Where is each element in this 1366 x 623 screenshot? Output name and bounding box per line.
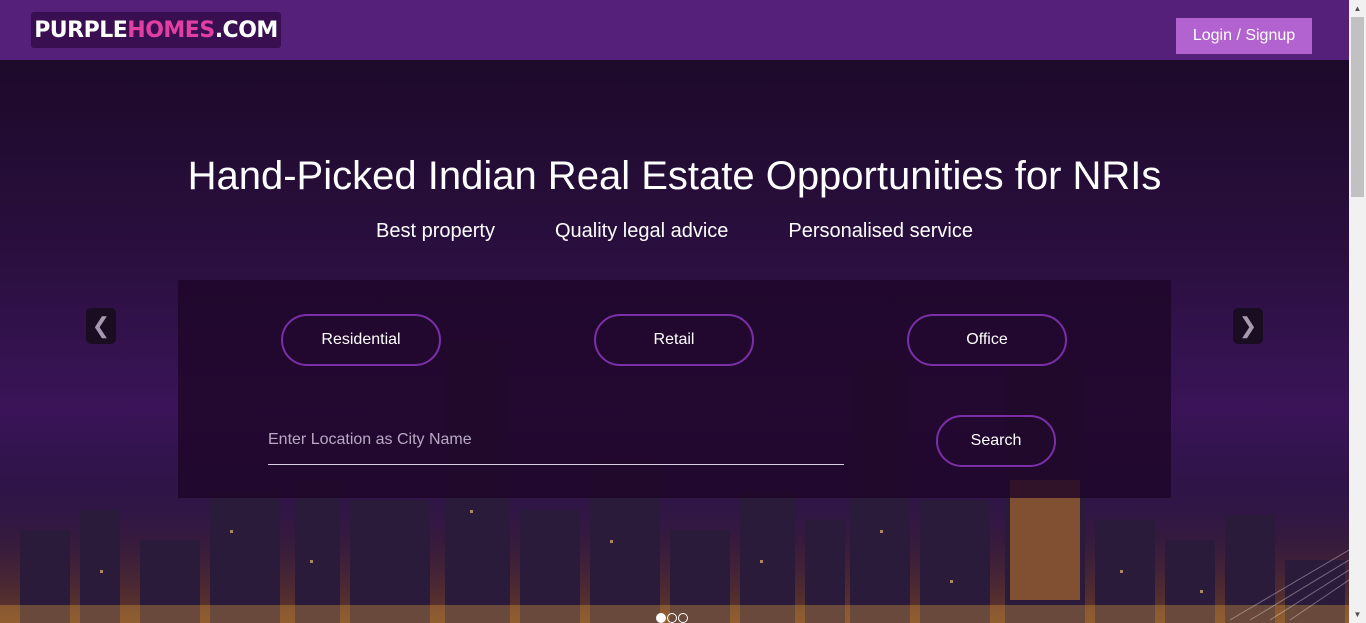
chevron-left-icon: ❮ — [91, 313, 111, 338]
login-signup-button[interactable]: Login / Signup — [1176, 18, 1312, 54]
search-button[interactable]: Search — [936, 415, 1056, 467]
category-residential-button[interactable]: Residential — [281, 314, 441, 366]
hero-banner: Hand-Picked Indian Real Estate Opportuni… — [0, 60, 1349, 623]
feature-best-property: Best property — [376, 220, 495, 242]
logo-text-purple: PURPLE — [34, 17, 128, 43]
category-office-button[interactable]: Office — [907, 314, 1067, 366]
carousel-next-button[interactable]: ❯ — [1233, 308, 1263, 344]
feature-list: Best property Quality legal advice Perso… — [0, 220, 1349, 243]
carousel-dot-3[interactable] — [678, 613, 688, 623]
hero-title: Hand-Picked Indian Real Estate Opportuni… — [187, 154, 1162, 198]
location-search-input[interactable] — [268, 416, 844, 465]
logo-text-homes: HOMES — [127, 17, 215, 43]
carousel-dot-2[interactable] — [667, 613, 677, 623]
page: PURPLE HOMES .COM Login / Signup Hand-Pi… — [0, 0, 1349, 623]
category-retail-button[interactable]: Retail — [594, 314, 754, 366]
logo-text-com: .COM — [214, 17, 279, 43]
carousel-indicators — [656, 613, 688, 623]
feature-legal-advice: Quality legal advice — [554, 220, 729, 242]
scroll-up-arrow-icon[interactable]: ▲ — [1349, 0, 1366, 17]
site-logo[interactable]: PURPLE HOMES .COM — [31, 12, 281, 48]
scrollbar-thumb[interactable] — [1351, 17, 1364, 197]
property-search-panel: Residential Retail Office Search — [178, 280, 1171, 498]
scroll-down-arrow-icon[interactable]: ▼ — [1349, 606, 1366, 623]
carousel-prev-button[interactable]: ❮ — [86, 308, 116, 344]
feature-personalised-service: Personalised service — [788, 220, 973, 242]
page-scrollbar[interactable]: ▲ ▼ — [1349, 0, 1366, 623]
header: PURPLE HOMES .COM Login / Signup — [0, 0, 1349, 60]
chevron-right-icon: ❯ — [1238, 313, 1258, 338]
carousel-dot-1[interactable] — [656, 613, 666, 623]
